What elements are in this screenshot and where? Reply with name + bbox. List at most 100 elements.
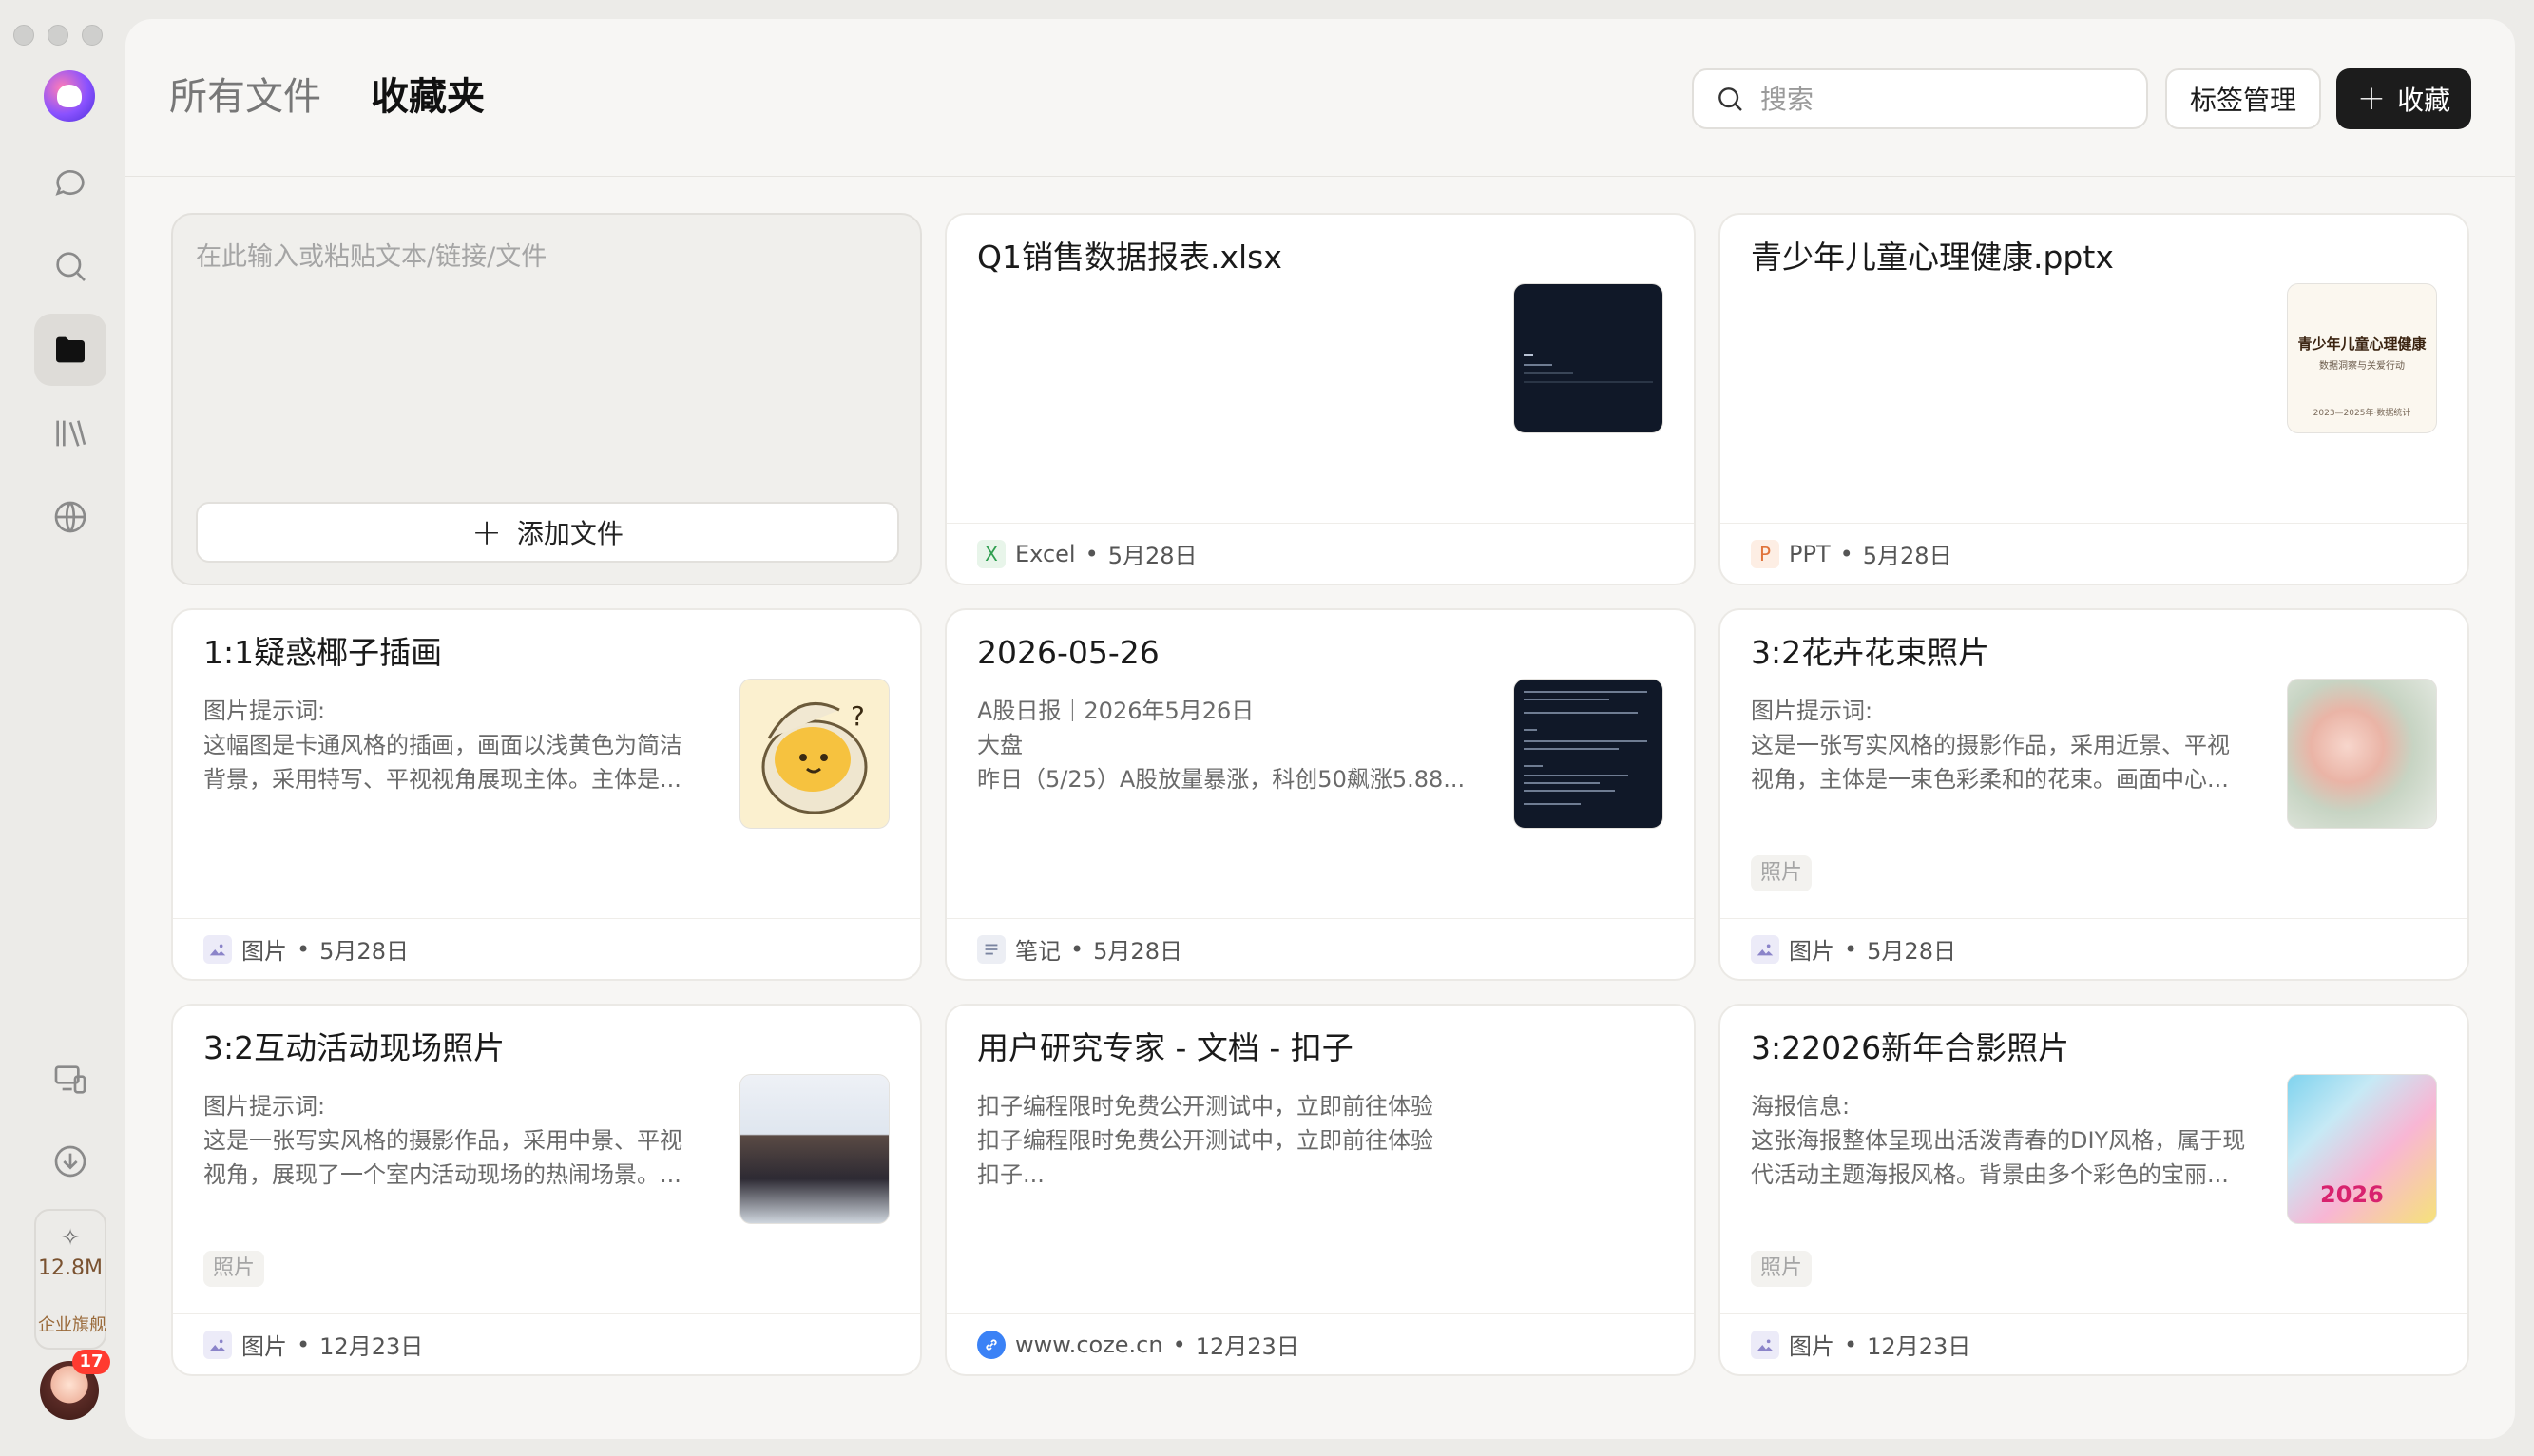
chat-bubble-icon: [55, 170, 85, 196]
card-description: 图片提示词: 这是一张写实风格的摄影作品，采用近景、平视 视角，主体是一束色彩柔…: [1751, 694, 2245, 796]
description-line: 图片提示词:: [1751, 698, 1873, 724]
plus-icon: +: [471, 511, 502, 553]
library-icon: [56, 420, 86, 447]
sidebar-item-search[interactable]: [34, 230, 106, 302]
separator: •: [1844, 1331, 1858, 1358]
sidebar-item-download[interactable]: [34, 1125, 106, 1197]
tab-all-files[interactable]: 所有文件: [169, 72, 321, 122]
card-date: 5月28日: [1093, 938, 1182, 965]
card-footer: 图片 • 12月23日: [1720, 1313, 2467, 1374]
separator: •: [1172, 1331, 1186, 1358]
card-date: 12月23日: [1867, 1333, 1971, 1360]
card-type: 笔记: [1015, 938, 1061, 965]
search-box[interactable]: [1692, 68, 2148, 129]
card-date: 5月28日: [1862, 543, 1952, 569]
description-line: A股日报｜2026年5月26日: [977, 698, 1255, 724]
spreadsheet-thumbnail: [1513, 283, 1663, 433]
flower-photo-thumbnail: [2287, 679, 2437, 829]
file-card[interactable]: 3:2互动活动现场照片 图片提示词: 这是一张写实风格的摄影作品，采用中景、平视…: [171, 1004, 922, 1376]
card-footer: www.coze.cn • 12月23日: [947, 1313, 1694, 1374]
card-title: 1:1疑惑椰子插画: [203, 634, 443, 671]
file-card[interactable]: 1:1疑惑椰子插画 图片提示词: 这幅图是卡通风格的插画，画面以浅黄色为简洁 背…: [171, 608, 922, 981]
separator: •: [297, 935, 311, 963]
separator: •: [1070, 935, 1085, 963]
excel-icon: X: [977, 539, 1006, 568]
card-date: 12月23日: [1195, 1333, 1299, 1360]
app-logo[interactable]: [44, 70, 95, 122]
tag-chip[interactable]: 照片: [1751, 855, 1813, 891]
card-title: 3:2互动活动现场照片: [203, 1029, 506, 1066]
file-card[interactable]: 3:2花卉花束照片 图片提示词: 这是一张写实风格的摄影作品，采用近景、平视 视…: [1718, 608, 2469, 981]
thumbnail-subtitle: 数据洞察与关爱行动: [2319, 361, 2405, 372]
card-title: 3:2花卉花束照片: [1751, 634, 1990, 671]
description-line: 视角，主体是一束色彩柔和的花束。画面中心...: [1751, 766, 2229, 793]
globe-icon: [54, 501, 86, 533]
card-title: 3:22026新年合影照片: [1751, 1029, 2070, 1066]
tag-management-button[interactable]: 标签管理: [2165, 68, 2321, 129]
search-input[interactable]: [1760, 83, 2121, 115]
card-footer: 笔记 • 5月28日: [947, 918, 1694, 979]
separator: •: [1085, 540, 1099, 567]
file-card[interactable]: 3:22026新年合影照片 海报信息: 这张海报整体呈现出活泼青春的DIY风格，…: [1718, 1004, 2469, 1376]
separator: •: [297, 1331, 311, 1358]
card-date: 5月28日: [1867, 938, 1956, 965]
card-description: A股日报｜2026年5月26日 大盘 昨日（5/25）A股放量暴涨，科创50飙涨…: [977, 694, 1471, 796]
sidebar: ✧ 12.8M 企业旗舰 17: [0, 0, 125, 1456]
card-description: 海报信息: 这张海报整体呈现出活泼青春的DIY风格，属于现 代活动主题海报风格。…: [1751, 1089, 2245, 1192]
file-card[interactable]: 青少年儿童心理健康.pptx 青少年儿童心理健康 数据洞察与关爱行动 2023—…: [1718, 213, 2469, 585]
sidebar-item-chat[interactable]: [34, 146, 106, 219]
file-card[interactable]: 2026-05-26 A股日报｜2026年5月26日 大盘 昨日（5/25）A股…: [945, 608, 1696, 981]
file-card[interactable]: 用户研究专家 - 文档 - 扣子 扣子编程限时免费公开测试中，立即前往体验 扣子…: [945, 1004, 1696, 1376]
sidebar-item-devices[interactable]: [34, 1044, 106, 1116]
event-photo-thumbnail: [739, 1074, 890, 1224]
card-footer: P PPT • 5月28日: [1720, 523, 2467, 584]
description-line: 海报信息:: [1751, 1093, 1851, 1120]
description-line: 图片提示词:: [203, 1093, 326, 1120]
image-icon: [203, 934, 232, 964]
plus-icon: +: [2356, 79, 2387, 118]
svg-text:?: ?: [851, 700, 865, 732]
note-thumbnail: [1513, 679, 1663, 829]
description-line: 视角，展现了一个室内活动现场的热闹场景。...: [203, 1161, 681, 1188]
coconut-illustration: ?: [761, 700, 868, 814]
card-description: 图片提示词: 这是一张写实风格的摄影作品，采用中景、平视 视角，展现了一个室内活…: [203, 1089, 698, 1192]
description-line: 扣子...: [977, 1161, 1045, 1188]
quota-widget[interactable]: ✧ 12.8M 企业旗舰: [34, 1209, 106, 1350]
description-line: 大盘: [977, 732, 1023, 758]
card-date: 12月23日: [319, 1333, 424, 1360]
thumbnail-footer: 2023—2025年·数据统计: [2313, 409, 2411, 418]
card-type: Excel: [1015, 540, 1076, 567]
card-title: Q1销售数据报表.xlsx: [977, 239, 1282, 276]
card-footer: 图片 • 5月28日: [1720, 918, 2467, 979]
card-description: 扣子编程限时免费公开测试中，立即前往体验 扣子编程限时免费公开测试中，立即前往体…: [977, 1089, 1642, 1192]
quota-amount: 12.8M: [38, 1256, 103, 1280]
main-panel: 所有文件 收藏夹 标签管理 + 收藏 + 添加文件 Q1销售数据报表.xlsx: [125, 19, 2515, 1439]
separator: •: [1844, 935, 1858, 963]
card-footer: 图片 • 12月23日: [173, 1313, 920, 1374]
tag-chip[interactable]: 照片: [203, 1251, 265, 1287]
card-type: 图片: [1789, 1333, 1834, 1360]
poster-year: 2026: [2320, 1181, 2384, 1208]
sidebar-item-explore[interactable]: [34, 481, 106, 553]
card-footer: 图片 • 5月28日: [173, 918, 920, 979]
sidebar-item-files[interactable]: [34, 314, 106, 386]
card-source: www.coze.cn: [1015, 1331, 1163, 1358]
tag-chip[interactable]: 照片: [1751, 1251, 1813, 1287]
poster-photo-thumbnail: 2026: [2287, 1074, 2437, 1224]
tab-favorites[interactable]: 收藏夹: [371, 72, 485, 122]
sidebar-item-library[interactable]: [34, 397, 106, 469]
file-card[interactable]: Q1销售数据报表.xlsx X Excel • 5月28日: [945, 213, 1696, 585]
description-line: 代活动主题海报风格。背景由多个彩色的宝丽...: [1751, 1161, 2229, 1188]
add-file-button[interactable]: + 添加文件: [196, 502, 899, 563]
card-title: 用户研究专家 - 文档 - 扣子: [977, 1029, 1353, 1066]
presentation-thumbnail: 青少年儿童心理健康 数据洞察与关爱行动 2023—2025年·数据统计: [2287, 283, 2437, 433]
card-type: 图片: [241, 1333, 287, 1360]
add-favorite-button[interactable]: + 收藏: [2336, 68, 2471, 129]
card-type: 图片: [241, 938, 287, 965]
plan-tier: 企业旗舰: [38, 1315, 106, 1335]
search-icon: [1718, 87, 1742, 111]
description-line: 昨日（5/25）A股放量暴涨，科创50飙涨5.88...: [977, 766, 1466, 793]
app-window: ✧ 12.8M 企业旗舰 17 所有文件 收藏夹 标签管理 + 收藏 +: [0, 0, 2534, 1456]
card-date: 5月28日: [1107, 543, 1198, 569]
composer-input[interactable]: [196, 236, 899, 483]
